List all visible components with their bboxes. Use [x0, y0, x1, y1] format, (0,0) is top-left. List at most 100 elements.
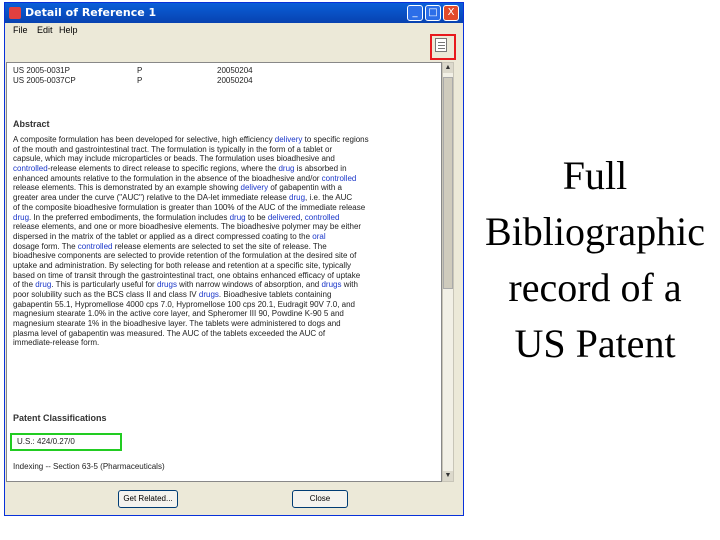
abstract-segment: dosage form. The	[13, 241, 78, 251]
minimize-button[interactable]: _	[407, 5, 423, 21]
close-window-button[interactable]: X	[443, 5, 459, 21]
abstract-segment: with	[341, 280, 358, 290]
abstract-segment: . This is particularly useful for	[51, 280, 157, 290]
abstract-heading: Abstract	[13, 119, 50, 129]
abstract-segment: A composite formulation has been develop…	[13, 135, 275, 144]
abstract-line: dispersed in the matrix of the tablet or…	[13, 232, 435, 242]
abstract-line: of the mouth and gastrointestinal tract.…	[13, 145, 435, 155]
abstract-line: bioadhesive components are selected to p…	[13, 251, 435, 261]
record-type: P	[137, 66, 143, 75]
abstract-segment: greater area under the curve ("AUC") rel…	[13, 193, 290, 203]
abstract-line: magnesium stearate 1% in the bioadhesive…	[13, 319, 435, 329]
highlighted-term: delivered	[267, 212, 301, 222]
highlighted-term: controlled	[13, 164, 48, 174]
highlighted-term: drug	[289, 193, 306, 203]
maximize-button[interactable]: □	[425, 5, 441, 21]
highlighted-term: drugs	[321, 280, 342, 290]
abstract-segment: . In the preferred embodiments, the form…	[29, 212, 230, 222]
abstract-line: dosage form. The controlled release elem…	[13, 242, 435, 252]
abstract-segment: of the composite bioadhesive formulation…	[13, 202, 366, 212]
highlighted-term: delivery	[274, 135, 303, 144]
scroll-up-icon[interactable]: ▲	[443, 63, 453, 73]
highlight-box-red	[430, 34, 456, 60]
abstract-segment: dispersed in the matrix of the tablet or…	[13, 231, 313, 241]
highlighted-term: drug	[229, 212, 246, 222]
abstract-segment: of the	[13, 280, 36, 290]
highlighted-term: delivery	[240, 183, 269, 193]
abstract-segment: bioadhesive components are selected to p…	[13, 251, 357, 261]
caption-line: Full	[562, 153, 628, 198]
abstract-line: enhanced amounts relative to the formula…	[13, 174, 435, 184]
abstract-segment: to be	[245, 212, 268, 222]
vertical-scrollbar[interactable]: ▲ ▼	[442, 62, 454, 482]
record-row: US 2005-0037CP	[13, 76, 76, 85]
menu-bar: File Edit Help	[5, 23, 463, 39]
highlighted-term: drug	[35, 280, 52, 290]
highlighted-term: oral	[312, 231, 326, 241]
abstract-segment: magnesium stearate 1% in the bioadhesive…	[13, 319, 341, 329]
highlighted-term: controlled	[304, 212, 340, 222]
highlighted-term: controlled	[321, 173, 357, 183]
get-related-button[interactable]: Get Related...	[118, 490, 178, 508]
abstract-line: poor solubility such as the BCS class II…	[13, 290, 435, 300]
caption-line: US Patent	[514, 321, 676, 366]
record-date: 20050204	[217, 66, 253, 75]
abstract-line: A composite formulation has been develop…	[13, 135, 435, 145]
abstract-segment: -release elements to direct release to s…	[47, 164, 279, 174]
menu-help[interactable]: Help	[59, 25, 78, 35]
abstract-segment: release elements. This is demonstrated b…	[13, 183, 241, 193]
abstract-segment: plasma level of gabapentin was measured.…	[13, 328, 326, 338]
app-icon	[9, 7, 21, 19]
indexing-section: Indexing -- Section 63-5 (Pharmaceutical…	[13, 462, 165, 471]
abstract-line: capsule, which may include microparticle…	[13, 154, 435, 164]
highlighted-term: drugs	[156, 280, 177, 290]
close-button[interactable]: Close	[292, 490, 348, 508]
caption-line: Bibliographic	[485, 209, 705, 254]
abstract-line: based on time of transit through the gas…	[13, 271, 435, 281]
abstract-segment: . Bioadhesive tablets containing	[218, 290, 332, 299]
menu-edit[interactable]: Edit	[37, 25, 53, 35]
scroll-down-icon[interactable]: ▼	[443, 471, 453, 481]
window-titlebar[interactable]: Detail of Reference 1 _ □ X	[5, 3, 463, 23]
abstract-line: release elements, and one or more bioadh…	[13, 222, 435, 232]
abstract-line: gabapentin 55.1, Hypromellose 4000 cps 7…	[13, 300, 435, 310]
caption-line: record of a	[508, 265, 682, 310]
abstract-segment: , i.e. the AUC	[305, 193, 353, 203]
abstract-text: A composite formulation has been develop…	[13, 135, 435, 348]
abstract-segment: based on time of transit through the gas…	[13, 270, 361, 280]
record-type: P	[137, 76, 143, 85]
abstract-segment: enhanced amounts relative to the formula…	[13, 173, 322, 183]
abstract-line: greater area under the curve ("AUC") rel…	[13, 193, 435, 203]
record-row: US 2005-0031P	[13, 66, 70, 75]
menu-file[interactable]: File	[13, 25, 28, 35]
abstract-segment: gabapentin 55.1, Hypromellose 4000 cps 7…	[13, 299, 355, 309]
abstract-line: controlled-release elements to direct re…	[13, 164, 435, 174]
abstract-segment: magnesium stearate 1.0% in the active co…	[13, 309, 344, 319]
record-date: 20050204	[217, 76, 253, 85]
highlighted-term: drug	[278, 164, 295, 174]
abstract-segment: release elements are selected to set the…	[112, 241, 327, 251]
classifications-heading: Patent Classifications	[13, 413, 107, 423]
abstract-line: release elements. This is demonstrated b…	[13, 183, 435, 193]
highlighted-term: controlled	[77, 241, 113, 251]
abstract-segment: of the mouth and gastrointestinal tract.…	[13, 144, 333, 154]
abstract-line: of the drug. This is particularly useful…	[13, 280, 435, 290]
abstract-segment: uptake and administration. By selecting …	[13, 260, 351, 270]
slide-caption: Full Bibliographic record of a US Patent	[470, 148, 720, 372]
button-bar: Get Related... Close	[6, 486, 452, 508]
abstract-segment: is absorbed in	[294, 164, 347, 174]
scroll-thumb[interactable]	[443, 77, 453, 289]
abstract-segment: immediate-release form.	[13, 338, 100, 348]
abstract-line: of the composite bioadhesive formulation…	[13, 203, 435, 213]
abstract-segment: to specific regions	[302, 135, 369, 144]
abstract-segment: release elements, and one or more bioadh…	[13, 222, 362, 232]
reference-content-pane: US 2005-0031P P 20050204 US 2005-0037CP …	[6, 62, 442, 482]
window-title: Detail of Reference 1	[25, 6, 157, 19]
abstract-line: plasma level of gabapentin was measured.…	[13, 329, 435, 339]
abstract-line: uptake and administration. By selecting …	[13, 261, 435, 271]
abstract-line: drug. In the preferred embodiments, the …	[13, 213, 435, 223]
abstract-line: immediate-release form.	[13, 338, 435, 348]
abstract-segment: poor solubility such as the BCS class II…	[13, 290, 199, 299]
abstract-segment: capsule, which may include microparticle…	[13, 154, 335, 164]
highlighted-term: drug	[13, 212, 30, 222]
